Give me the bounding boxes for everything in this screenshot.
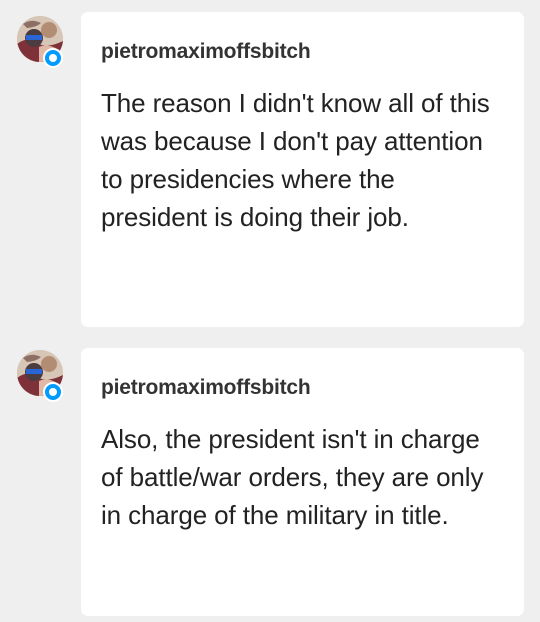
- message-thread: pietromaximoffsbitch The reason I didn't…: [0, 0, 540, 622]
- message-username[interactable]: pietromaximoffsbitch: [101, 375, 504, 401]
- message-bubble: pietromaximoffsbitch The reason I didn't…: [81, 12, 524, 327]
- message-item: pietromaximoffsbitch Also, the president…: [0, 340, 540, 622]
- message-text: The reason I didn't know all of this was…: [101, 88, 490, 232]
- message-username[interactable]: pietromaximoffsbitch: [101, 39, 504, 65]
- message-item: pietromaximoffsbitch The reason I didn't…: [0, 0, 540, 340]
- chat-badge-icon: [43, 382, 63, 402]
- message-text: Also, the president isn't in charge of b…: [101, 424, 484, 530]
- message-bubble: pietromaximoffsbitch Also, the president…: [81, 348, 524, 616]
- chat-badge-icon: [43, 48, 63, 68]
